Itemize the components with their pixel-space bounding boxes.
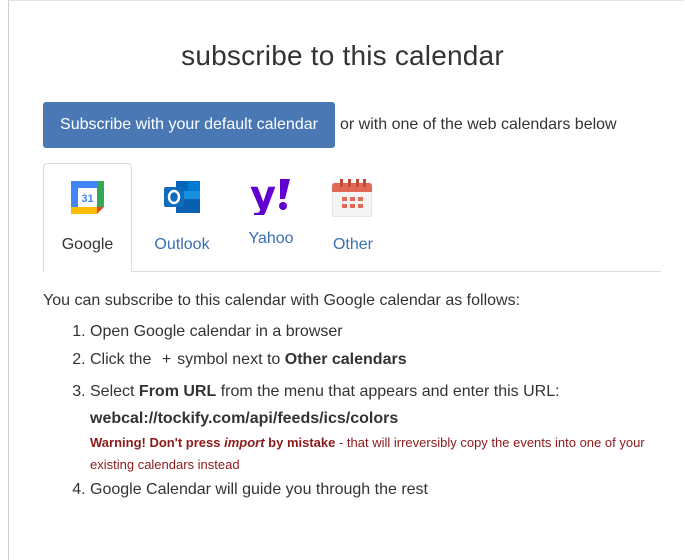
list-item: Google Calendar will guide you through t… [90,480,670,500]
tab-yahoo-label: Yahoo [248,230,294,247]
tab-other-label: Other [332,236,373,253]
subscribe-default-button[interactable]: Subscribe with your default calendar [43,102,335,148]
svg-text:y: y [250,175,276,215]
dialog-title: subscribe to this calendar [181,40,504,71]
step-emphasis: From URL [138,383,217,400]
warning-import: import [224,435,265,450]
instructions-intro: You can subscribe to this calendar with … [43,292,521,309]
list-item: Select From URL from the menu that appea… [90,378,670,476]
step-text: from the menu that appears and enter thi… [220,383,560,400]
step-text: Google Calendar will guide you through t… [90,481,428,498]
warning-bold: Warning! Don't press [90,435,221,450]
step-text: symbol next to [177,351,281,368]
list-item: Click the + symbol next to Other calendar… [90,350,670,370]
yahoo-icon: y [250,173,294,220]
outlook-icon [162,177,202,222]
step-text: Click the [90,351,152,368]
warning-text: Warning! Don't press import by mistake -… [90,432,670,476]
tabs-divider [43,271,661,272]
calendar-icon [331,179,373,222]
list-item: Open Google calendar in a browser [90,322,670,342]
tab-outlook-label: Outlook [154,236,210,253]
webcal-url[interactable]: webcal://tockify.com/api/feeds/ics/color… [90,410,398,427]
google-calendar-icon: 31 [71,181,104,219]
tab-google-label: Google [61,236,114,253]
step-text: Select [90,383,135,400]
instructions-list: Open Google calendar in a browser Click … [70,322,670,508]
plus-symbol: + [161,351,172,368]
step-text: Open Google calendar in a browser [90,323,343,340]
or-text: or with one of the web calendars below [340,116,617,133]
svg-text:31: 31 [81,193,93,205]
warning-bold: by mistake [268,435,336,450]
step-emphasis: Other calendars [284,351,407,368]
